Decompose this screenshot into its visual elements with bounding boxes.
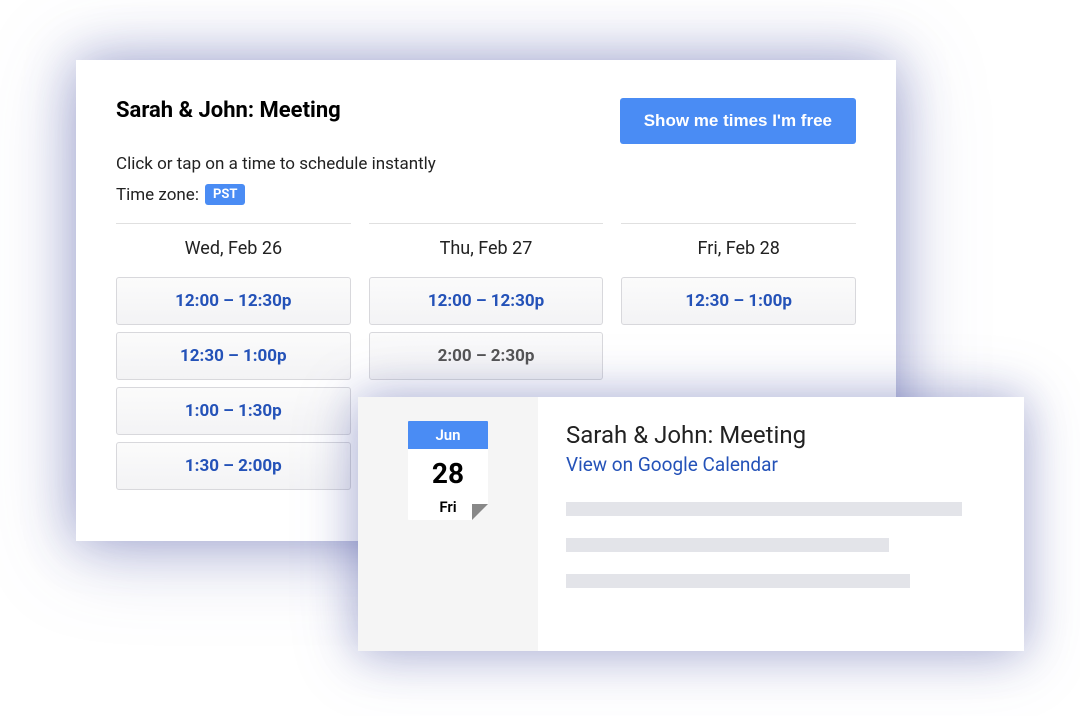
calendar-chip-day: 28	[408, 449, 488, 494]
skeleton-line	[566, 502, 962, 516]
day-header: Wed, Feb 26	[116, 238, 351, 259]
timezone-badge[interactable]: PST	[205, 184, 245, 205]
time-slot[interactable]: 12:30 – 1:00p	[116, 332, 351, 380]
day-header: Thu, Feb 27	[369, 238, 604, 259]
time-slot[interactable]: 1:30 – 2:00p	[116, 442, 351, 490]
scheduler-subtitle: Click or tap on a time to schedule insta…	[116, 154, 856, 174]
view-on-google-calendar-link[interactable]: View on Google Calendar	[566, 453, 778, 476]
time-slot[interactable]: 12:00 – 12:30p	[116, 277, 351, 325]
calendar-chip-month: Jun	[408, 421, 488, 449]
timezone-label: Time zone:	[116, 185, 199, 205]
detail-sidebar: Jun 28 Fri	[358, 397, 538, 651]
calendar-chip-dow: Fri	[439, 498, 456, 516]
scheduler-title: Sarah & John: Meeting	[116, 98, 341, 123]
time-slot[interactable]: 2:00 – 2:30p	[369, 332, 604, 380]
skeleton-line	[566, 538, 889, 552]
detail-title: Sarah & John: Meeting	[566, 421, 996, 449]
day-column: Wed, Feb 26 12:00 – 12:30p 12:30 – 1:00p…	[116, 223, 351, 497]
timezone-row: Time zone: PST	[116, 184, 856, 205]
detail-card: Jun 28 Fri Sarah & John: Meeting View on…	[358, 397, 1024, 651]
calendar-chip-icon: Jun 28 Fri	[408, 421, 488, 520]
show-free-times-button[interactable]: Show me times I'm free	[620, 98, 856, 144]
time-slot[interactable]: 1:00 – 1:30p	[116, 387, 351, 435]
detail-content: Sarah & John: Meeting View on Google Cal…	[538, 397, 1024, 651]
fold-corner-icon	[472, 504, 488, 520]
day-header: Fri, Feb 28	[621, 238, 856, 259]
time-slot[interactable]: 12:30 – 1:00p	[621, 277, 856, 325]
time-slot[interactable]: 12:00 – 12:30p	[369, 277, 604, 325]
skeleton-line	[566, 574, 910, 588]
